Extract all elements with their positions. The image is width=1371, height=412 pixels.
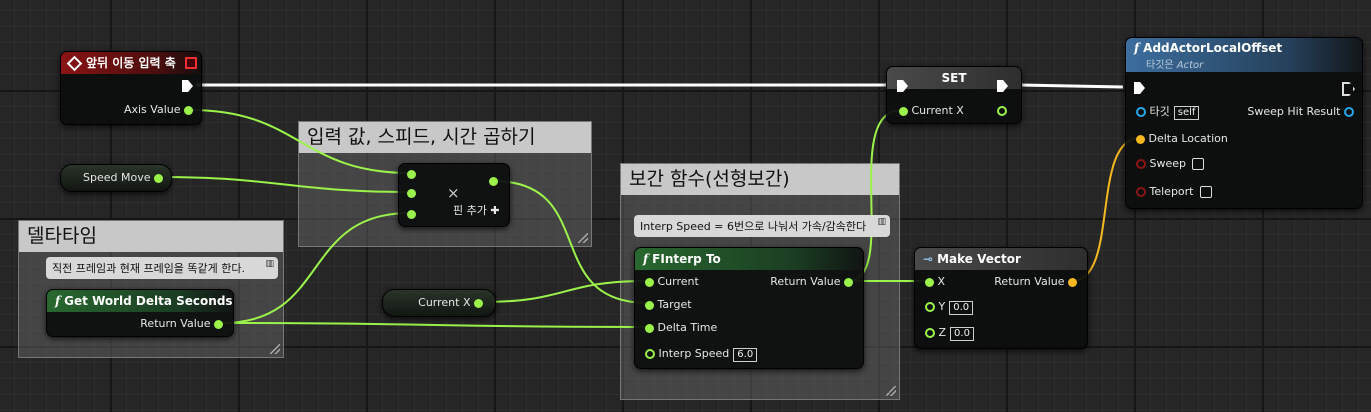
set-node[interactable]: SET Current X [886, 66, 1022, 124]
float-pin-icon[interactable] [925, 302, 935, 312]
vector-pin-icon[interactable] [1068, 277, 1077, 287]
subtitle-target: 타깃은 [1146, 60, 1174, 71]
wire-axis-to-multiply [189, 109, 411, 174]
float-pin-icon[interactable] [489, 177, 498, 186]
vector-pin-icon[interactable] [1136, 134, 1145, 144]
object-pin-icon[interactable] [1136, 107, 1146, 117]
pin-label: X [937, 275, 946, 288]
speed-move-variable[interactable]: Speed Move [60, 164, 172, 192]
add-pin-button[interactable]: 핀 추가 ✚ [453, 204, 500, 218]
pin-label: Sweep [1149, 157, 1187, 170]
node-title: 앞뒤 이동 입력 축 [86, 56, 176, 70]
multiply-node[interactable]: × 핀 추가 ✚ [398, 163, 510, 227]
node-title: Make Vector [937, 252, 1021, 266]
diamond-event-icon [66, 55, 83, 72]
teleport-checkbox[interactable] [1199, 186, 1212, 198]
subtitle-class: Actor [1176, 60, 1204, 71]
struct-icon: ⊸ [923, 252, 934, 266]
float-pin-icon[interactable] [645, 349, 655, 359]
float-pin-icon[interactable] [184, 105, 193, 115]
axis-event-node[interactable]: 앞뒤 이동 입력 축 Axis Value [60, 51, 202, 125]
pin-label: Axis Value [123, 103, 181, 116]
get-world-delta-seconds-node[interactable]: f Get World Delta Seconds Return Value [46, 289, 234, 337]
float-pin-icon[interactable] [925, 328, 935, 338]
pin-bubble-icon[interactable]: ▥ [877, 217, 886, 227]
float-pin-icon[interactable] [899, 106, 908, 116]
struct-pin-icon[interactable] [1344, 107, 1354, 117]
pin-label: Y [938, 300, 946, 313]
function-icon: f [55, 294, 61, 308]
make-vector-node[interactable]: ⊸ Make Vector X Y 0.0 Z 0.0 Return Value [914, 247, 1088, 349]
pin-label: Delta Time [657, 321, 718, 334]
comment-bubble[interactable]: 직전 프레임과 현재 프레임을 똑같게 한다. ▥ [46, 257, 278, 279]
wire-speed-to-multiply [157, 176, 411, 193]
pin-label: Z [938, 326, 947, 339]
function-icon: f [643, 252, 649, 266]
pin-label: Return Value [770, 275, 841, 288]
pin-label: 타깃 [1149, 105, 1170, 118]
finterp-to-node[interactable]: f FInterp To Current Target Delta Time In… [634, 247, 864, 369]
float-pin-icon[interactable] [407, 210, 416, 219]
pin-label: Current X [418, 296, 471, 309]
comment-bubble[interactable]: Interp Speed = 6번으로 나눠서 가속/감속한다 ▥ [634, 215, 890, 237]
bubble-text: Interp Speed = 6번으로 나눠서 가속/감속한다 [640, 220, 867, 233]
pin-label: Return Value [140, 317, 211, 330]
node-title: SET [941, 71, 967, 85]
bubble-text: 직전 프레임과 현재 프레임을 똑같게 한다. [52, 262, 246, 275]
exec-wire [1019, 83, 1124, 89]
y-value-input[interactable]: 0.0 [949, 301, 974, 315]
float-pin-icon[interactable] [474, 298, 483, 308]
plus-icon: ✚ [490, 204, 500, 217]
z-value-input[interactable]: 0.0 [950, 327, 974, 341]
pin-bubble-icon[interactable]: ▥ [265, 259, 274, 269]
bool-pin-icon[interactable] [1136, 187, 1146, 197]
float-pin-icon[interactable] [407, 170, 416, 179]
wire-multiply-to-target [492, 180, 649, 304]
exec-out-pin[interactable] [1342, 82, 1355, 96]
exec-out-pin[interactable] [182, 80, 193, 92]
float-pin-icon[interactable] [925, 277, 934, 287]
float-pin-icon[interactable] [154, 173, 163, 183]
add-pin-label: 핀 추가 [453, 204, 487, 217]
pin-label: Teleport [1149, 185, 1194, 198]
pin-label: Sweep Hit Result [1247, 105, 1341, 118]
pin-label: Delta Location [1148, 132, 1228, 145]
node-title: FInterp To [652, 252, 721, 266]
pin-label: Target [657, 298, 692, 311]
function-icon: f [1134, 41, 1140, 55]
node-subtitle: 타깃은 Actor [1146, 60, 1203, 71]
pin-label: Speed Move [83, 171, 151, 184]
float-pin-icon[interactable] [997, 106, 1007, 116]
wire-currentx-to-current [480, 280, 649, 303]
pin-label: Current X [911, 104, 964, 117]
target-self-value[interactable]: self [1173, 106, 1200, 120]
pin-label: Return Value [994, 275, 1065, 288]
float-pin-icon[interactable] [214, 319, 223, 329]
float-pin-icon[interactable] [645, 323, 654, 333]
bool-pin-icon[interactable] [1136, 159, 1146, 169]
pin-label: Interp Speed [658, 347, 730, 360]
add-actor-local-offset-node[interactable]: f AddActorLocalOffset 타깃은 Actor 타깃 self Sw… [1125, 37, 1363, 209]
float-pin-icon[interactable] [645, 277, 654, 287]
multiply-symbol: × [447, 184, 460, 202]
wire-delta-to-deltatime [221, 322, 649, 328]
current-x-variable[interactable]: Current X [382, 289, 496, 317]
interp-speed-input[interactable]: 6.0 [733, 348, 758, 362]
float-pin-icon[interactable] [407, 189, 416, 198]
node-title: Get World Delta Seconds [64, 294, 233, 308]
sweep-checkbox[interactable] [1192, 158, 1204, 170]
pin-label: Current [657, 275, 699, 288]
float-pin-icon[interactable] [844, 277, 853, 287]
exec-in-pin[interactable] [1134, 82, 1145, 94]
node-title: AddActorLocalOffset [1143, 41, 1283, 55]
float-pin-icon[interactable] [645, 300, 654, 310]
breakpoint-icon[interactable] [185, 57, 197, 69]
